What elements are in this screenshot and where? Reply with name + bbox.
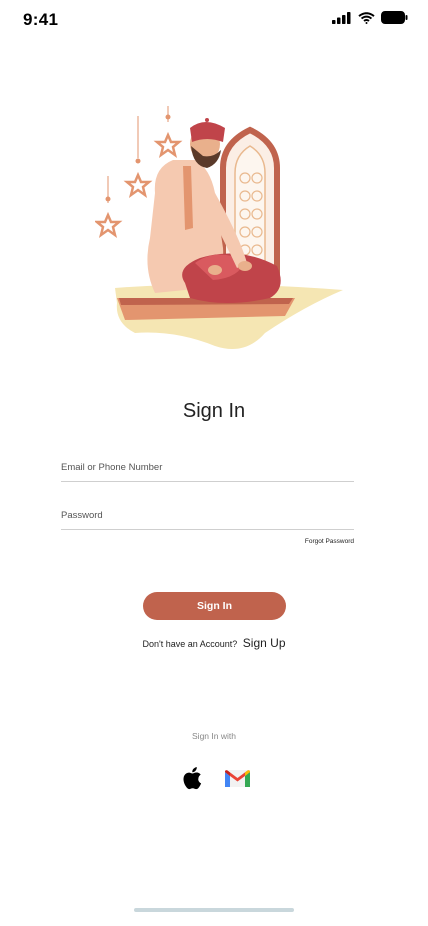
apple-sign-in-button[interactable] bbox=[176, 766, 206, 790]
page-title: Sign In bbox=[182, 400, 246, 422]
status-time: 9:41 bbox=[23, 10, 59, 29]
forgot-password-link[interactable]: Forgot Password bbox=[305, 538, 354, 545]
status-bar: 9:41 bbox=[0, 0, 428, 44]
email-field[interactable] bbox=[61, 455, 354, 479]
sign-up-link[interactable]: Sign Up bbox=[243, 636, 286, 650]
signup-prompt: Don't have an Account? bbox=[142, 639, 238, 649]
prayer-illustration bbox=[95, 106, 343, 350]
sign-in-screen: 9:41 Sign In Email or Phone Number Forgo… bbox=[0, 0, 428, 926]
social-login-row bbox=[0, 766, 428, 790]
gmail-icon bbox=[224, 770, 250, 787]
battery-icon bbox=[381, 11, 408, 24]
home-indicator bbox=[134, 908, 294, 912]
status-icons bbox=[332, 11, 408, 24]
email-field-container bbox=[61, 455, 354, 482]
gmail-sign-in-button[interactable] bbox=[222, 766, 252, 790]
sign-in-with-label: Sign In with bbox=[192, 731, 236, 741]
apple-icon bbox=[182, 767, 201, 790]
wifi-icon bbox=[358, 11, 375, 24]
signal-icon bbox=[332, 11, 351, 24]
signup-row: Don't have an Account? Sign Up bbox=[0, 636, 428, 650]
password-field[interactable] bbox=[61, 503, 354, 527]
password-field-container bbox=[61, 503, 354, 530]
sign-in-button[interactable]: Sign In bbox=[143, 592, 286, 620]
